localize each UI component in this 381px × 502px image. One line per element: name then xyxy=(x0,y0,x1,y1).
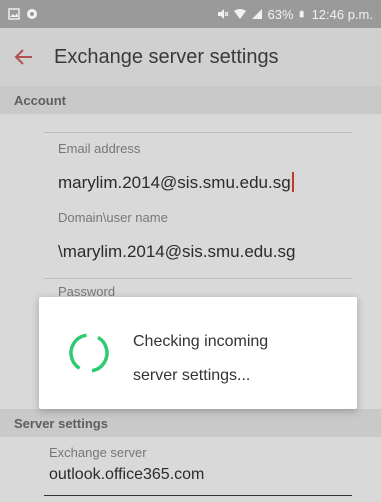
dialog-line-2: server settings... xyxy=(133,367,251,384)
domain-label: Domain\user name xyxy=(58,210,168,225)
loading-spinner-icon xyxy=(69,333,109,373)
dialog-message: Checking incoming server settings... xyxy=(133,325,333,393)
exchange-server-label: Exchange server xyxy=(49,445,147,460)
battery-icon xyxy=(299,10,304,18)
page-title: Exchange server settings xyxy=(54,45,279,68)
server-section-header: Server settings xyxy=(0,409,381,437)
email-label: Email address xyxy=(58,141,141,156)
notification-icon xyxy=(27,9,37,19)
server-card: Exchange server outlook.office365.com xyxy=(0,437,381,502)
wifi-icon xyxy=(233,9,246,19)
progress-dialog: Checking incoming server settings... xyxy=(39,297,357,409)
back-arrow-svg xyxy=(14,49,32,65)
text-cursor xyxy=(291,172,294,192)
domain-field[interactable]: \marylim.2014@sis.smu.edu.sg xyxy=(58,242,295,262)
app-bar: Exchange server settings xyxy=(0,28,381,86)
divider xyxy=(44,278,352,279)
gallery-icon xyxy=(8,8,20,20)
status-time: 12:46 p.m. xyxy=(311,6,373,22)
signal-icon xyxy=(251,9,262,19)
dialog-line-1: Checking incoming xyxy=(133,333,269,350)
exchange-server-field[interactable]: outlook.office365.com xyxy=(49,466,204,484)
email-field[interactable]: marylim.2014@sis.smu.edu.sg xyxy=(58,172,294,193)
battery-percent: 63% xyxy=(267,6,294,22)
email-value: marylim.2014@sis.smu.edu.sg xyxy=(58,173,291,192)
status-left xyxy=(8,8,38,20)
divider xyxy=(44,132,352,133)
status-bar: 63% 12:46 p.m. xyxy=(0,0,381,28)
status-right: 63% 12:46 p.m. xyxy=(217,7,373,22)
divider xyxy=(44,495,352,496)
mute-icon xyxy=(217,9,229,19)
account-section-header: Account xyxy=(0,86,381,114)
back-arrow-icon[interactable] xyxy=(0,28,48,86)
